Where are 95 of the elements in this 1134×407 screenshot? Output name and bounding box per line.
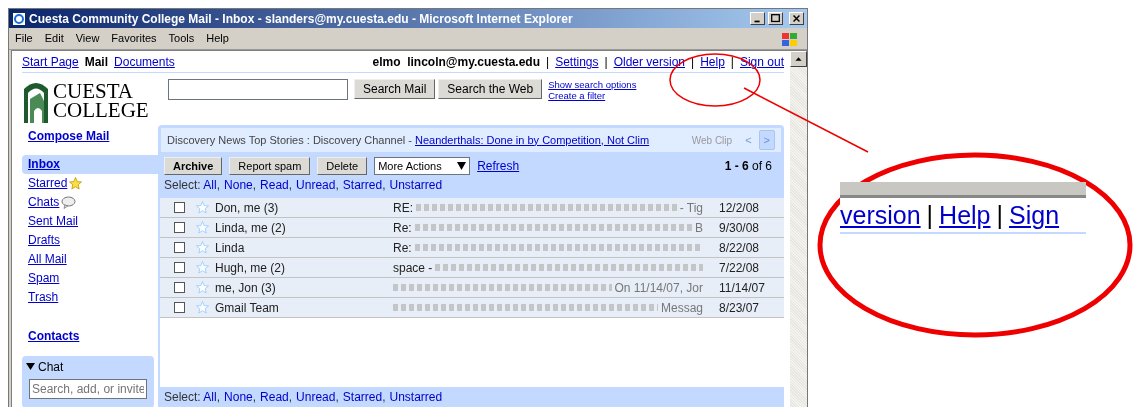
nav-link[interactable]: Settings (555, 53, 599, 72)
email-subject: RE: (393, 199, 413, 217)
clip-headline-link[interactable]: Neanderthals: Done in by Competition, Not Clim (414, 131, 650, 149)
app-link[interactable]: Documents (114, 53, 175, 72)
search-button[interactable]: Search Mail (354, 78, 436, 99)
sender-name: Don, me (3) (215, 199, 280, 217)
message-count: 1 - 6 of 6 (724, 158, 772, 176)
separator: , (216, 178, 221, 193)
folder-link[interactable]: Starred (22, 173, 158, 193)
separator: | (926, 200, 934, 231)
email-row[interactable]: me, Jon (3) On 11/14/07, Jor 11/14/07 (160, 278, 784, 299)
menu-item[interactable]: Edit (44, 30, 64, 47)
menu-item[interactable]: File (15, 30, 33, 47)
email-snippet: - Tig (679, 199, 703, 217)
clip-source: Discovery News Top Stories : Discovery Channel - (167, 132, 412, 148)
email-date: 12/2/08 (719, 199, 760, 217)
separator: | (546, 54, 550, 72)
separator: , (382, 178, 386, 193)
select-label: Select: (164, 178, 202, 193)
email-date: 7/22/08 (719, 259, 760, 277)
select-link[interactable]: Unstarred (389, 178, 443, 193)
email-date: 8/23/07 (719, 299, 760, 317)
action-button[interactable]: Report spam (229, 157, 311, 176)
separator: , (216, 390, 221, 404)
separator: | (604, 54, 608, 72)
sender-name: me, Jon (3) (215, 279, 277, 297)
email-subject: space - (393, 259, 433, 277)
clip-label: Web Clip (691, 133, 733, 148)
email-date: 8/22/08 (719, 239, 760, 257)
search-link[interactable]: Show search options (548, 78, 637, 90)
refresh-link[interactable]: Refresh (477, 157, 520, 176)
email-row[interactable]: Don, me (3) RE: - Tig 12/2/08 (160, 198, 784, 219)
separator: | (996, 200, 1003, 231)
sender-name: Gmail Team (215, 299, 280, 317)
separator: , (288, 178, 293, 193)
more-actions-dropdown[interactable]: More Actions (374, 157, 471, 176)
select-link[interactable]: None (224, 178, 253, 193)
select-label: Select: (164, 390, 202, 404)
folder-link[interactable]: Spam (22, 268, 158, 288)
select-link[interactable]: All (203, 178, 217, 193)
sender-name: Linda, me (2) (215, 219, 287, 237)
sender-name: Hugh, me (2) (215, 259, 287, 277)
logo-text: CUESTA (53, 81, 134, 101)
email-subject: Re: (393, 219, 412, 237)
email-snippet: B (695, 219, 703, 237)
email-date: 9/30/08 (719, 219, 760, 237)
separator: , (335, 178, 339, 193)
select-link[interactable]: Read (260, 178, 289, 193)
menu-item[interactable]: Help (206, 30, 229, 47)
magnified-label: Help (939, 200, 991, 231)
select-link[interactable]: Read (260, 390, 289, 404)
separator: , (252, 178, 257, 193)
chat-search-field[interactable]: Search, add, or invite (29, 378, 147, 399)
logo-text: COLLEGE (53, 100, 149, 120)
action-button[interactable]: Archive (164, 157, 223, 176)
email-subject: Re: (393, 239, 412, 257)
separator: , (382, 390, 386, 404)
app-link[interactable]: Start Page (22, 53, 79, 72)
chat-title[interactable]: Chat (38, 357, 64, 376)
folder-link[interactable]: Inbox (22, 154, 158, 174)
email-row[interactable]: Gmail Team Messag 8/23/07 (160, 298, 784, 319)
folder-link[interactable]: Drafts (22, 230, 158, 250)
window-title: Cuesta Community College Mail - Inbox - slanders@my.cuesta.edu - Microsoft Internet Explorer (29, 10, 574, 28)
action-button[interactable]: Delete (317, 157, 368, 176)
app-tab[interactable]: Mail (84, 53, 109, 72)
select-link[interactable]: Unstarred (389, 390, 443, 404)
email-snippet: On 11/14/07, Jor (614, 279, 703, 297)
separator: , (335, 390, 339, 404)
sender-name: Linda (215, 239, 246, 257)
user-email: elmo lincoln@my.cuesta.edu (372, 54, 541, 72)
separator: , (288, 390, 293, 404)
folder-link[interactable]: Chats (22, 192, 158, 212)
email-row[interactable]: Linda Re: 8/22/08 (160, 238, 784, 259)
select-link[interactable]: None (224, 390, 253, 404)
contacts-link[interactable]: Contacts (22, 326, 158, 346)
nav-link[interactable]: Older version (613, 53, 685, 72)
magnified-label: version (840, 200, 921, 231)
folder-link[interactable]: Trash (22, 287, 158, 307)
folder-link[interactable]: All Mail (22, 249, 158, 269)
folder-link[interactable]: Sent Mail (22, 211, 158, 231)
menu-item[interactable]: Tools (168, 30, 195, 47)
compose-link[interactable]: Compose Mail (22, 126, 158, 146)
search-button[interactable]: Search the Web (438, 78, 543, 99)
separator: , (252, 390, 257, 404)
menu-item[interactable]: Favorites (111, 30, 157, 47)
email-date: 11/14/07 (719, 279, 765, 297)
email-row[interactable]: Hugh, me (2) space - 7/22/08 (160, 258, 784, 279)
separator: | (730, 54, 734, 72)
search-link[interactable]: Create a filter (548, 89, 606, 101)
select-link[interactable]: All (203, 390, 217, 404)
magnified-label: Sign (1009, 200, 1060, 231)
email-snippet: Messag (660, 299, 703, 317)
email-row[interactable]: Linda, me (2) Re: B 9/30/08 (160, 218, 784, 239)
menu-item[interactable]: View (75, 30, 100, 47)
nav-link[interactable]: Help (700, 53, 725, 72)
